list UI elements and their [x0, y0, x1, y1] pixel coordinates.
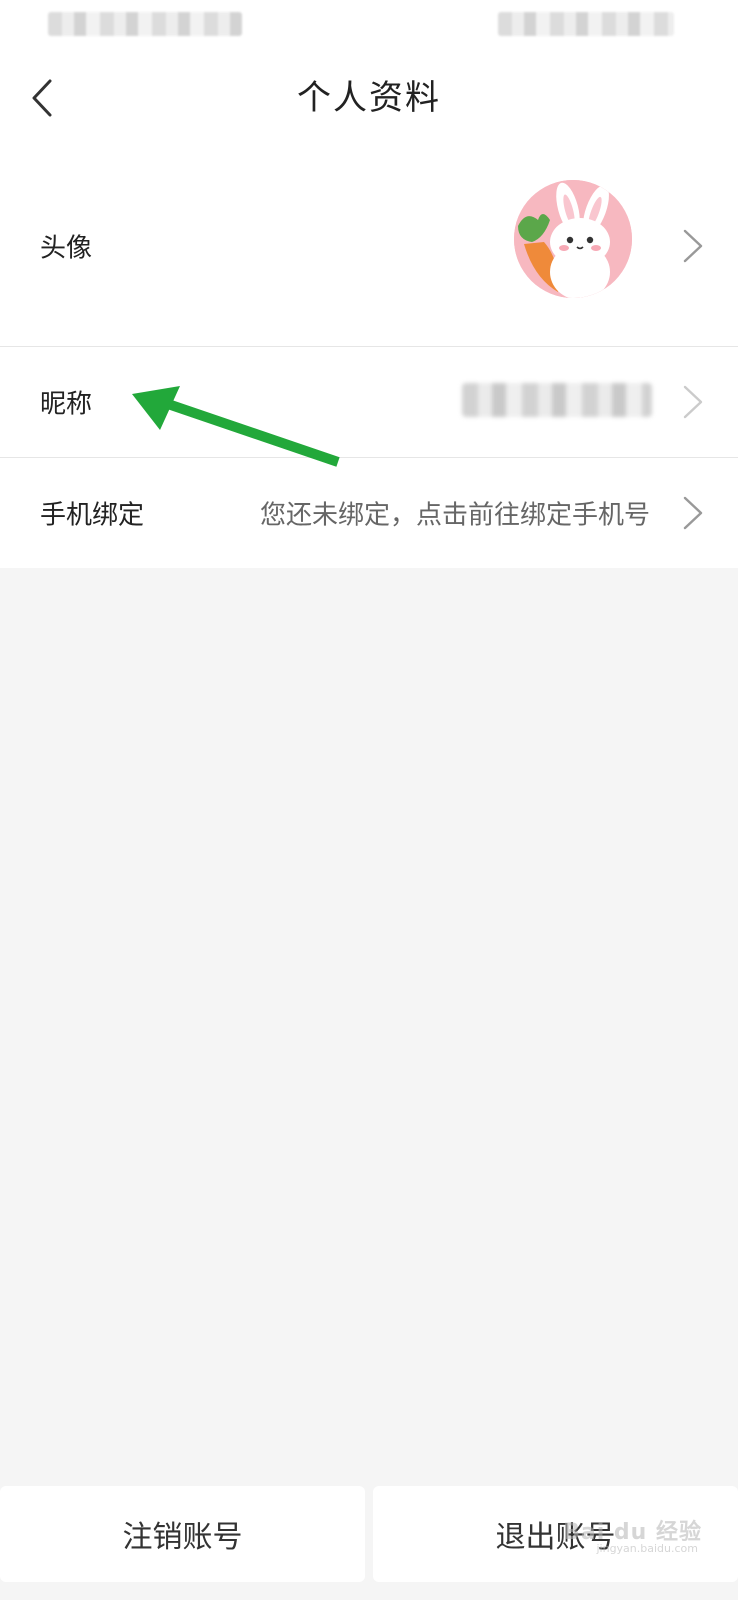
- chevron-right-icon: [683, 385, 703, 419]
- nickname-value-blurred: [462, 383, 652, 417]
- status-bar: [0, 0, 738, 50]
- avatar: [514, 180, 632, 298]
- phone-binding-value: 您还未绑定，点击前往绑定手机号: [259, 500, 650, 531]
- bottom-action-bar: 注销账号 退出账号: [0, 1486, 738, 1582]
- status-left-blur: [48, 12, 242, 36]
- nickname-row[interactable]: 昵称: [0, 347, 738, 458]
- chevron-right-icon: [683, 496, 703, 530]
- nav-bar: 个人资料: [0, 50, 738, 146]
- phone-binding-label: 手机绑定: [40, 500, 145, 531]
- status-right-blur: [498, 12, 674, 36]
- avatar-label: 头像: [40, 233, 93, 264]
- bunny-avatar-image: [514, 180, 632, 298]
- chevron-right-icon: [683, 229, 703, 263]
- phone-binding-row[interactable]: 手机绑定 您还未绑定，点击前往绑定手机号: [0, 458, 738, 568]
- avatar-row[interactable]: 头像: [0, 146, 738, 347]
- profile-list: 头像 昵称 手机绑定 您还未绑定，点击前往绑定手机号: [0, 146, 738, 568]
- page-title: 个人资料: [297, 78, 441, 118]
- deactivate-account-button[interactable]: 注销账号: [0, 1486, 365, 1582]
- logout-button[interactable]: 退出账号: [373, 1486, 738, 1582]
- nickname-label: 昵称: [40, 389, 93, 420]
